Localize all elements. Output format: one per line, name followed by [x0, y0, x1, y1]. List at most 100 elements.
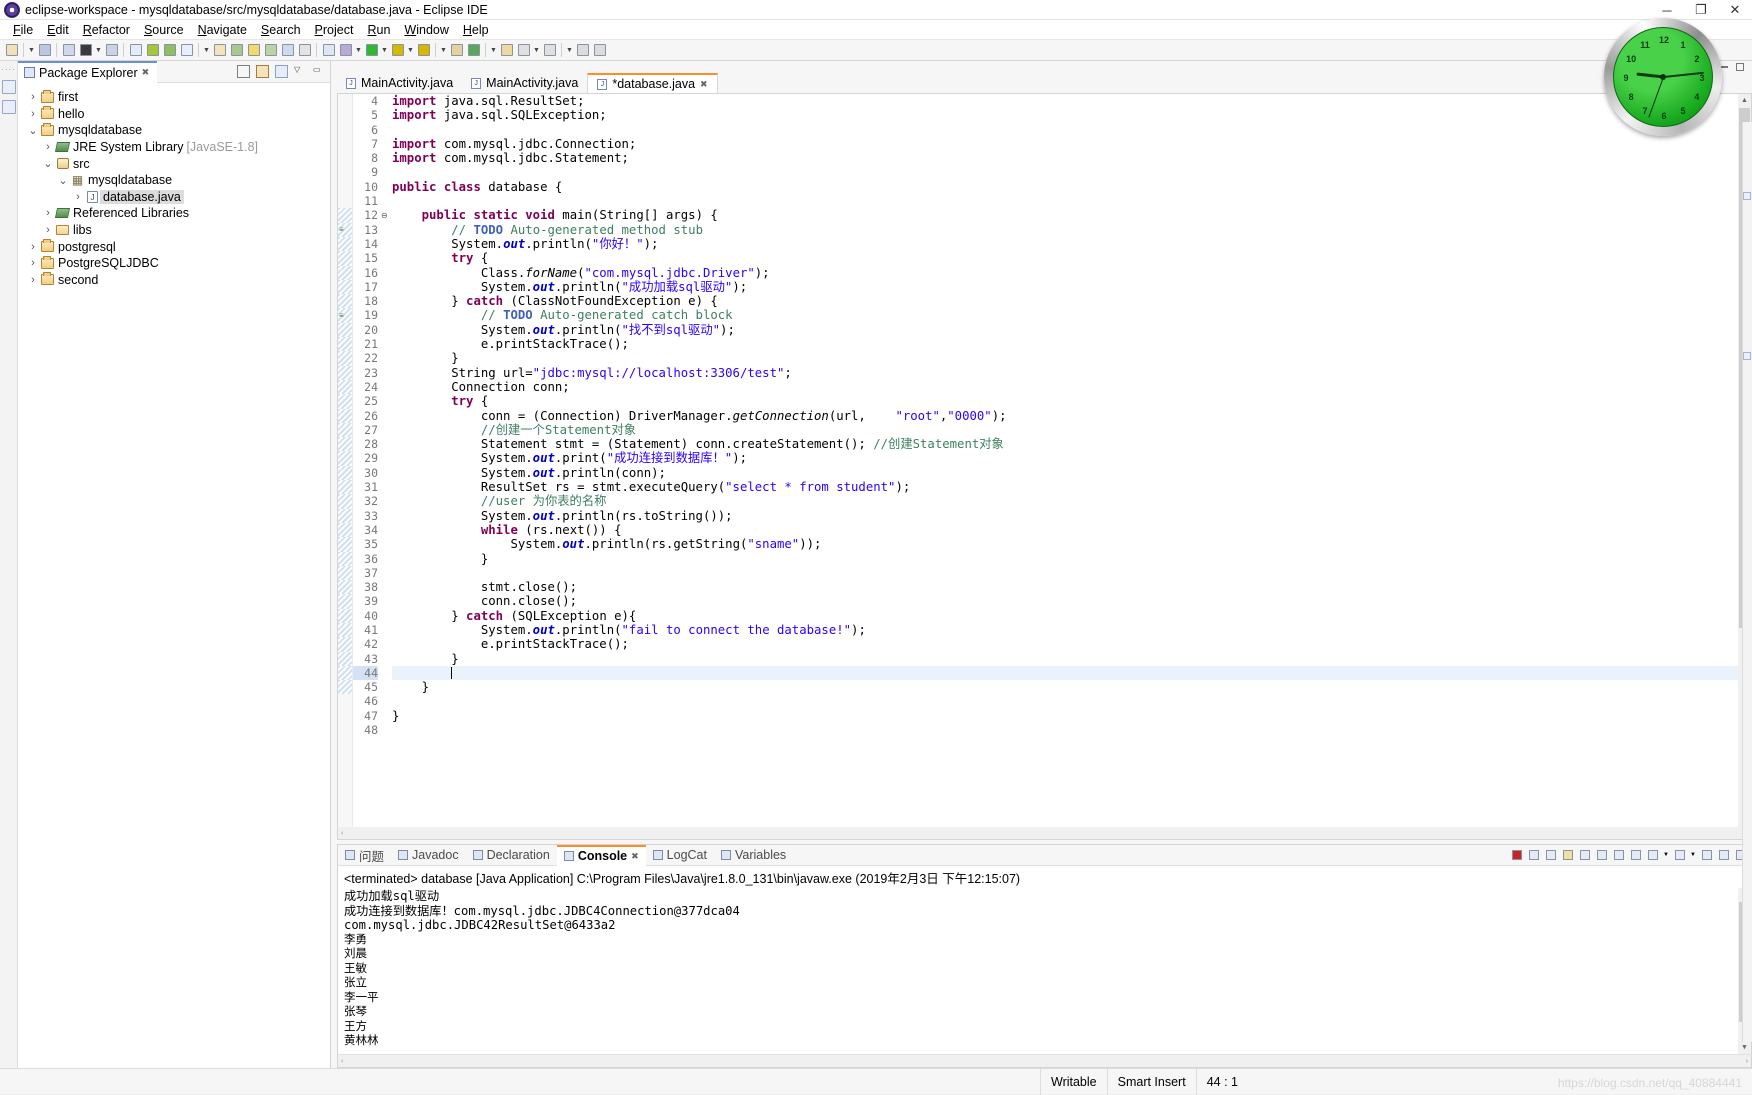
code-line[interactable]: }: [392, 351, 1738, 365]
code-line[interactable]: [392, 723, 1738, 737]
minimize-button[interactable]: ─: [1650, 0, 1684, 20]
view-menu-chevron-icon[interactable]: ▽: [294, 65, 307, 78]
project-tree[interactable]: › first › hello ⌄ mysqldatabase › JRE System Li…: [18, 83, 330, 288]
tree-item-jre-system-library[interactable]: › JRE System Library [JavaSE-1.8]: [18, 139, 330, 156]
save-icon[interactable]: [36, 41, 53, 59]
scroll-lock-icon[interactable]: [1577, 848, 1592, 863]
code-line[interactable]: //创建一个Statement对象: [392, 423, 1738, 437]
coverage-dropdown-icon[interactable]: ▼: [406, 41, 415, 59]
tree-item-src[interactable]: ⌄ src: [18, 155, 330, 172]
code-line[interactable]: import java.sql.SQLException;: [392, 108, 1738, 122]
code-line[interactable]: Connection conn;: [392, 380, 1738, 394]
back-icon[interactable]: [515, 41, 532, 59]
close-icon[interactable]: ✖: [631, 851, 639, 862]
code-line[interactable]: [392, 165, 1738, 179]
code-line[interactable]: while (rs.next()) {: [392, 523, 1738, 537]
code-line[interactable]: // TODO Auto-generated catch block: [392, 308, 1738, 322]
tree-item-hello[interactable]: › hello: [18, 106, 330, 123]
editor-tab-1[interactable]: J MainActivity.java: [462, 73, 587, 93]
pin-console-icon[interactable]: [1628, 848, 1643, 863]
remove-all-terminated-icon[interactable]: [1543, 848, 1558, 863]
display-selected-dropdown-icon[interactable]: ▼: [1662, 848, 1670, 863]
tree-item-postgresqljdbc[interactable]: › PostgreSQLJDBC: [18, 255, 330, 272]
git-icon[interactable]: [465, 41, 482, 59]
new-java-package-icon[interactable]: [228, 41, 245, 59]
package-explorer-fastview-icon[interactable]: [1, 100, 16, 114]
search-icon[interactable]: [498, 41, 515, 59]
bottom-tab-console[interactable]: Console ✖: [556, 844, 646, 866]
code-line[interactable]: import com.mysql.jdbc.Connection;: [392, 137, 1738, 151]
task-list-fastview-icon[interactable]: [1743, 352, 1751, 360]
tree-item-database-java[interactable]: › Jdatabase.java: [18, 189, 330, 206]
outline-fastview-icon[interactable]: [1743, 192, 1751, 200]
annotation-gutter[interactable]: ≡ ≡: [338, 94, 353, 827]
terminate-icon[interactable]: [1509, 848, 1524, 863]
view-filters-icon[interactable]: [275, 65, 288, 78]
external-tools-icon[interactable]: [448, 41, 465, 59]
scroll-up-arrow[interactable]: ▲: [1738, 94, 1751, 107]
source-code[interactable]: import java.sql.ResultSet; import java.sq…: [390, 94, 1738, 827]
tree-item-second[interactable]: › second: [18, 272, 330, 289]
tree-item-postgresql[interactable]: › postgresql: [18, 238, 330, 255]
open-console-dropdown-icon[interactable]: ▼: [1689, 848, 1697, 863]
twisty-collapsed-icon[interactable]: ›: [26, 274, 40, 286]
console-scroll-down-arrow[interactable]: ▼: [1738, 1041, 1751, 1054]
new-java-class-icon[interactable]: [211, 41, 228, 59]
drag-handle-dots[interactable]: ····: [1, 65, 16, 74]
debug-icon[interactable]: [337, 41, 354, 59]
code-line[interactable]: stmt.close();: [392, 580, 1738, 594]
run-icon[interactable]: [363, 41, 380, 59]
paragraph-icon[interactable]: [320, 41, 337, 59]
twisty-collapsed-icon[interactable]: ›: [41, 224, 55, 236]
code-line[interactable]: Statement stmt = (Statement) conn.create…: [392, 437, 1738, 451]
new-wizard-icon[interactable]: [3, 41, 20, 59]
twisty-collapsed-icon[interactable]: ›: [71, 191, 85, 203]
bottom-tab-variables[interactable]: Variables: [714, 845, 793, 866]
code-line[interactable]: conn = (Connection) DriverManager.getCon…: [392, 409, 1738, 423]
code-line[interactable]: [392, 123, 1738, 137]
code-line[interactable]: [392, 566, 1738, 580]
code-line[interactable]: [392, 694, 1738, 708]
word-wrap-icon[interactable]: [1594, 848, 1609, 863]
twisty-expanded-icon[interactable]: ⌄: [26, 124, 40, 137]
twisty-collapsed-icon[interactable]: ›: [41, 207, 55, 219]
link-editor-icon[interactable]: [127, 41, 144, 59]
scroll-left-arrow[interactable]: ‹: [341, 830, 343, 837]
code-line[interactable]: // TODO Auto-generated method stub: [392, 223, 1738, 237]
forward-dropdown-icon[interactable]: ▼: [565, 41, 574, 59]
minimize-icon[interactable]: [1716, 848, 1731, 863]
previous-edit-icon[interactable]: [574, 41, 591, 59]
editor-horizontal-scrollbar[interactable]: ‹ ›: [337, 827, 1752, 840]
open-console-icon[interactable]: [103, 41, 120, 59]
code-line[interactable]: //user 为你表的名称: [392, 494, 1738, 508]
tab-package-explorer[interactable]: Package Explorer ✖: [18, 60, 158, 83]
code-line[interactable]: System.out.println(rs.getString("sname")…: [392, 537, 1738, 551]
menu-item-file[interactable]: File: [6, 22, 40, 38]
code-line[interactable]: e.printStackTrace();: [392, 637, 1738, 651]
bottom-tab-javadoc[interactable]: Javadoc: [391, 845, 466, 866]
right-fast-view-bar[interactable]: [1742, 122, 1752, 1042]
remove-launch-icon[interactable]: [1526, 848, 1541, 863]
console-scroll-left-arrow[interactable]: ‹: [341, 1058, 343, 1065]
run-dropdown-icon[interactable]: ▼: [380, 41, 389, 59]
minimize-icon[interactable]: ▭: [313, 65, 326, 78]
open-console-icon[interactable]: [1672, 848, 1687, 863]
editor-tab-0[interactable]: J MainActivity.java: [337, 73, 462, 93]
editor-tab-2[interactable]: J *database.java ✖: [587, 73, 718, 93]
maximize-editor-icon[interactable]: [1736, 62, 1744, 71]
export-icon[interactable]: [279, 41, 296, 59]
profile-icon[interactable]: [415, 41, 432, 59]
code-line[interactable]: } catch (SQLException e){: [392, 609, 1738, 623]
bottom-tab--[interactable]: 问题: [338, 845, 391, 866]
code-line[interactable]: import java.sql.ResultSet;: [392, 94, 1738, 108]
code-line[interactable]: try {: [392, 394, 1738, 408]
pencil-icon[interactable]: [245, 41, 262, 59]
menu-item-edit[interactable]: Edit: [40, 22, 76, 38]
code-line[interactable]: System.out.println(rs.toString());: [392, 509, 1738, 523]
code-line[interactable]: System.out.println("找不到sql驱动");: [392, 323, 1738, 337]
menu-item-project[interactable]: Project: [308, 22, 361, 38]
bottom-tab-logcat[interactable]: LogCat: [646, 845, 714, 866]
restore-perspective-icon[interactable]: [1, 80, 16, 94]
menu-item-navigate[interactable]: Navigate: [191, 22, 254, 38]
tree-item-mysqldatabase[interactable]: ⌄ mysqldatabase: [18, 122, 330, 139]
